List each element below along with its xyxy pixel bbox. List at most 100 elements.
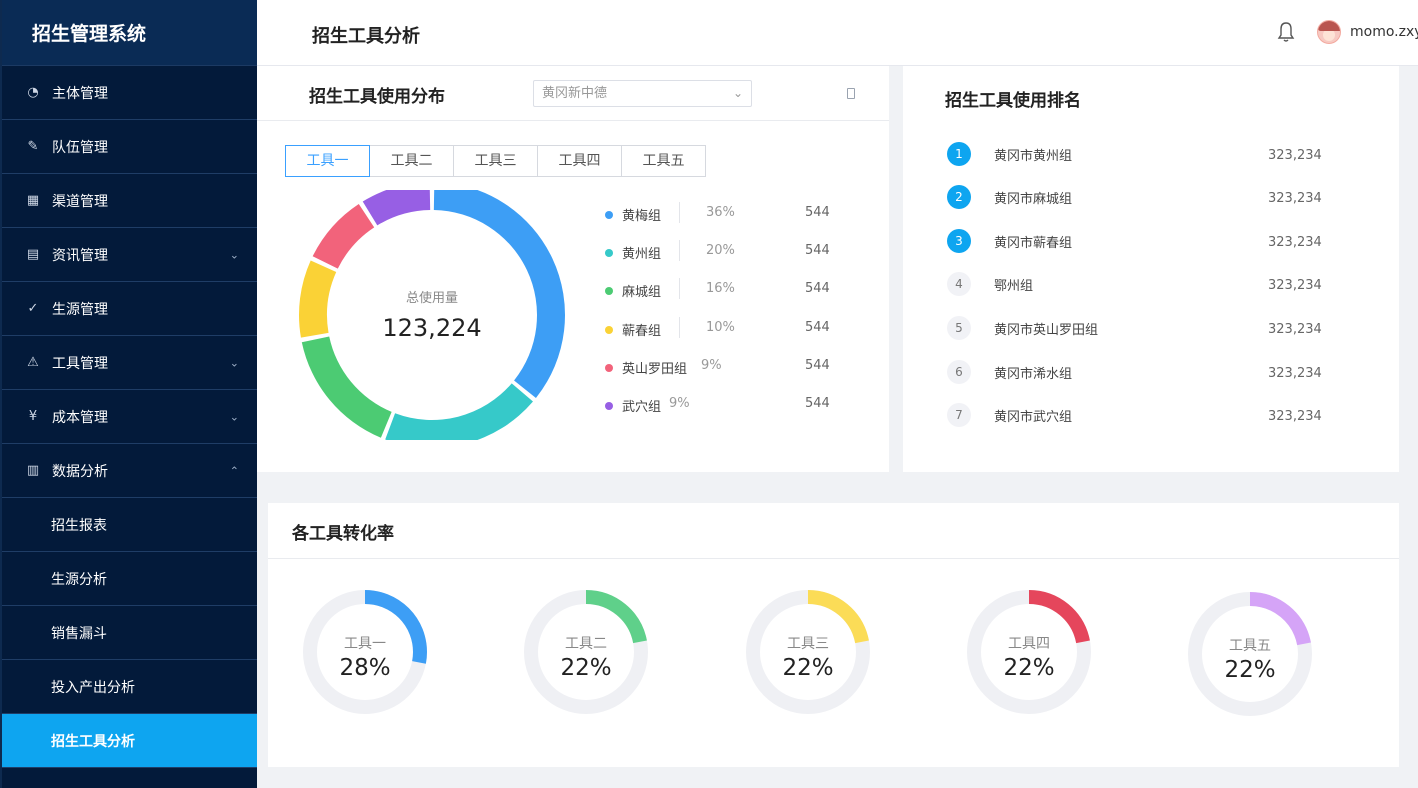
tab-tool-3[interactable]: 工具三: [453, 145, 538, 177]
divider: [268, 558, 1399, 559]
sidebar-item-tools[interactable]: ⚠ 工具管理 ⌄: [2, 336, 257, 390]
avatar[interactable]: [1317, 20, 1341, 44]
distribution-card: 招生工具使用分布 黄冈新中德 ⌄ 工具一 工具二 工具三 工具四 工具五 总使用…: [257, 66, 889, 472]
legend-item: 黄州组 20% 544: [601, 240, 841, 278]
legend-percent: 10%: [706, 319, 735, 335]
rank-badge: 4: [947, 272, 971, 296]
avatar-hair: [1318, 21, 1340, 31]
legend-dot: [605, 211, 613, 219]
divider: [257, 120, 889, 121]
document-icon: ▤: [26, 247, 40, 262]
rank-badge: 3: [947, 229, 971, 253]
rank-badge: 2: [947, 185, 971, 209]
school-select[interactable]: 黄冈新中德 ⌄: [533, 80, 752, 107]
gauge-ring: [1188, 592, 1312, 716]
legend-item: 黄梅组 36% 544: [601, 202, 841, 240]
rank-value: 323,234: [1268, 278, 1322, 293]
school-select-value: 黄冈新中德: [542, 86, 608, 101]
donut-slice: [362, 190, 431, 226]
rank-badge: 7: [947, 403, 971, 427]
sidebar-item-label: 渠道管理: [52, 193, 108, 210]
legend-count: 544: [805, 243, 830, 259]
ranking-row: 3 黄冈市蕲春组 323,234: [947, 229, 1347, 255]
donut-slice: [301, 336, 392, 438]
sidebar-subitem-tool-analysis[interactable]: 招生工具分析: [2, 714, 257, 768]
legend-item: 英山罗田组 9% 544: [601, 355, 841, 393]
legend-name: 麻城组: [622, 285, 662, 301]
gauge-label: 工具二: [565, 636, 607, 652]
legend-name: 黄州组: [622, 247, 662, 263]
conversion-gauge: 工具二 22%: [523, 589, 653, 719]
distribution-title: 招生工具使用分布: [309, 87, 445, 107]
gauge-icon: ◔: [27, 85, 39, 100]
rank-value: 323,234: [1268, 409, 1322, 424]
sidebar-item-label: 队伍管理: [52, 139, 108, 156]
chevron-down-icon: ⌄: [229, 248, 239, 261]
chevron-down-icon: ⌄: [229, 356, 239, 369]
conversion-title: 各工具转化率: [292, 524, 394, 544]
chevron-down-icon: ⌄: [229, 410, 239, 423]
gauge-value: 22%: [782, 655, 834, 681]
ranking-row: 4 鄂州组 323,234: [947, 272, 1347, 298]
sidebar-item-label: 主体管理: [52, 85, 108, 102]
gauge-value: 28%: [339, 655, 391, 681]
legend-dot: [605, 287, 613, 296]
sidebar-subitem-source-analysis[interactable]: 生源分析: [2, 552, 257, 606]
donut-legend: 黄梅组 36% 544 黄州组 20% 544 麻城组 16% 544 蕲春组 …: [601, 202, 841, 431]
username[interactable]: momo.zxy: [1350, 24, 1418, 40]
legend-count: 544: [805, 281, 830, 297]
legend-name: 英山罗田组: [622, 361, 688, 377]
tab-tool-1[interactable]: 工具一: [285, 145, 370, 177]
legend-item: 武穴组 9% 544: [601, 393, 841, 431]
ranking-card: 招生工具使用排名 1 黄冈市黄州组 323,234 2 黄冈市麻城组 323,2…: [903, 66, 1399, 472]
table-icon: ▦: [26, 193, 40, 208]
rank-name: 黄冈市蕲春组: [994, 236, 1073, 251]
sidebar-subitem-roi[interactable]: 投入产出分析: [2, 660, 257, 714]
tab-tool-5[interactable]: 工具五: [621, 145, 706, 177]
donut-slice: [312, 203, 375, 269]
sidebar-subitem-report[interactable]: 招生报表: [2, 498, 257, 552]
conversion-gauge: 工具四 22%: [966, 589, 1096, 719]
sidebar-item-label: 资讯管理: [52, 247, 108, 264]
gauge-ring: [967, 590, 1091, 714]
legend-dot: [605, 249, 613, 258]
ranking-row: 2 黄冈市麻城组 323,234: [947, 185, 1347, 211]
tab-tool-4[interactable]: 工具四: [537, 145, 622, 177]
gauge-ring: [524, 590, 648, 714]
sidebar-item-subject[interactable]: ◔ 主体管理: [2, 66, 257, 120]
sidebar-item-analytics[interactable]: ▥ 数据分析 ⌃: [2, 444, 257, 498]
rank-name: 黄冈市武穴组: [994, 410, 1073, 425]
sidebar-item-channel[interactable]: ▦ 渠道管理: [2, 174, 257, 228]
rank-value: 323,234: [1268, 322, 1322, 337]
check-circle-icon: ✓: [27, 301, 39, 316]
sidebar-item-news[interactable]: ▤ 资讯管理 ⌄: [2, 228, 257, 282]
sidebar-item-label: 数据分析: [52, 463, 108, 480]
bell-icon[interactable]: [1277, 20, 1295, 44]
donut-center-value: 123,224: [382, 314, 482, 342]
gauge-ring: [303, 590, 427, 714]
rank-value: 323,234: [1268, 148, 1322, 163]
legend-item: 麻城组 16% 544: [601, 278, 841, 316]
gauge-value: 22%: [1003, 655, 1055, 681]
top-bar: 招生工具分析 momo.zxy: [257, 0, 1418, 66]
tab-tool-2[interactable]: 工具二: [369, 145, 454, 177]
sidebar-subitem-sales-funnel[interactable]: 销售漏斗: [2, 606, 257, 660]
sidebar-item-team[interactable]: ✎ 队伍管理: [2, 120, 257, 174]
gauge-label: 工具一: [344, 636, 386, 652]
sidebar-item-cost[interactable]: ¥ 成本管理 ⌄: [2, 390, 257, 444]
donut-slice: [385, 383, 533, 440]
chevron-down-icon: ⌄: [732, 86, 743, 100]
rank-badge: 6: [947, 360, 971, 384]
divider: [679, 316, 680, 338]
expand-icon[interactable]: [847, 88, 855, 99]
conversion-gauge: 工具三 22%: [745, 589, 875, 719]
sidebar-item-students[interactable]: ✓ 生源管理: [2, 282, 257, 336]
sidebar-item-label: 生源管理: [52, 301, 108, 318]
sidebar: 招生管理系统 ◔ 主体管理 ✎ 队伍管理 ▦ 渠道管理 ▤ 资讯管理 ⌄ ✓ 生…: [0, 0, 257, 788]
sidebar-item-label: 工具管理: [52, 355, 108, 372]
gauge-label: 工具四: [1008, 636, 1050, 652]
gauge-value: 22%: [1224, 657, 1276, 683]
legend-dot: [605, 401, 613, 410]
edit-icon: ✎: [27, 139, 39, 154]
ranking-row: 5 黄冈市英山罗田组 323,234: [947, 316, 1347, 342]
